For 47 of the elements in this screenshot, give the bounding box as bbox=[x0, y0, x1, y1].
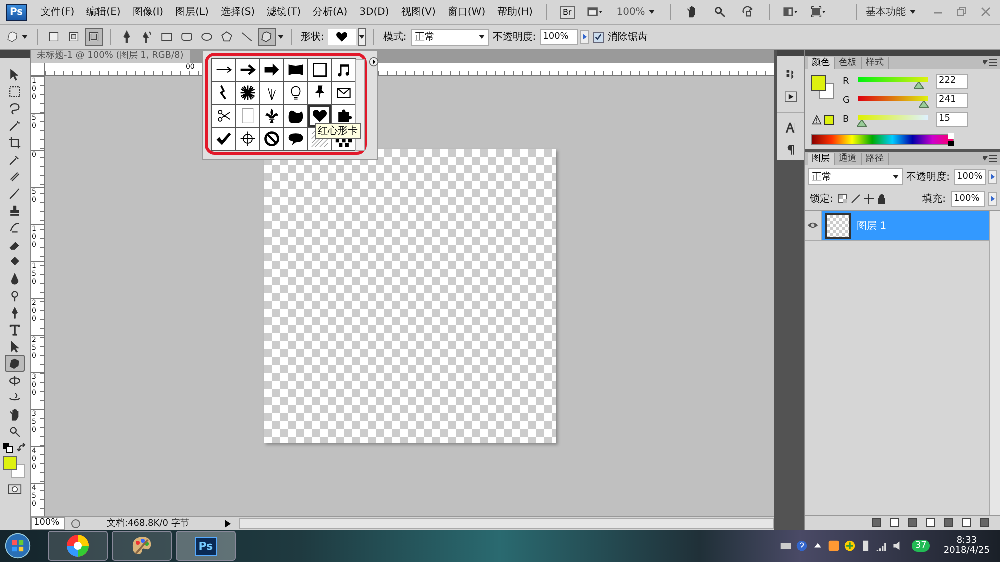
zoom-dropdown[interactable]: 100% bbox=[616, 6, 656, 18]
opacity-label: 不透明度: bbox=[906, 170, 950, 184]
mode-label: 模式: bbox=[383, 30, 407, 44]
clock-date: 2018/4/25 bbox=[944, 546, 990, 556]
opacity-field[interactable]: 100% bbox=[540, 29, 578, 45]
opacity-label: 不透明度: bbox=[492, 30, 536, 44]
clock-time: 8:33 bbox=[956, 536, 978, 546]
menu-item[interactable]: 图层(L) bbox=[172, 5, 213, 19]
channel-value-field[interactable]: 15 bbox=[936, 112, 968, 127]
channel-label: R bbox=[843, 76, 850, 86]
panel-tab[interactable]: 颜色 bbox=[808, 57, 836, 69]
menu-item[interactable]: 选择(S) bbox=[216, 5, 260, 19]
panel-tab[interactable]: 色板 bbox=[835, 57, 862, 69]
antialias-label: 消除锯齿 bbox=[608, 30, 648, 44]
fill-label: 填充: bbox=[922, 192, 946, 206]
panel-tab[interactable]: 样式 bbox=[862, 57, 890, 69]
menu-item[interactable]: 3D(D) bbox=[356, 6, 394, 18]
channel-value-field[interactable]: 241 bbox=[936, 93, 968, 108]
app-logo: Ps bbox=[6, 4, 28, 20]
blend-mode-select[interactable]: 正常 bbox=[808, 168, 903, 185]
opacity-field[interactable]: 100% bbox=[954, 168, 986, 184]
shape-label: 形状: bbox=[301, 30, 324, 44]
bridge-button[interactable]: Br bbox=[560, 6, 575, 18]
zoom-field[interactable]: 100% bbox=[30, 517, 65, 530]
panel-tab[interactable]: 图层 bbox=[808, 153, 836, 165]
menu-item[interactable]: 帮助(H) bbox=[494, 5, 537, 19]
document-tab[interactable]: 未标题-1 @ 100% (图层 1, RGB/8) bbox=[30, 50, 190, 63]
menu-item[interactable]: 视图(V) bbox=[397, 5, 440, 19]
taskbar-app-button[interactable]: Ps bbox=[176, 531, 236, 561]
menu-item[interactable]: 窗口(W) bbox=[444, 5, 490, 19]
fill-field[interactable]: 100% bbox=[951, 191, 986, 207]
workspace-dropdown[interactable]: 基本功能 bbox=[866, 5, 916, 19]
tooltip: 红心形卡 bbox=[315, 123, 361, 139]
menu-item[interactable]: 图像(I) bbox=[128, 5, 168, 19]
layer-name: 图层 1 bbox=[857, 220, 887, 232]
lock-label: 锁定: bbox=[810, 192, 834, 206]
document-info: 文档:468.8K/0 字节 bbox=[106, 518, 190, 530]
menu-item[interactable]: 文件(F) bbox=[37, 5, 79, 19]
mode-select[interactable]: 正常 bbox=[410, 28, 489, 46]
channel-label: B bbox=[843, 114, 850, 124]
menu-item[interactable]: 分析(A) bbox=[309, 5, 352, 19]
menu-item[interactable]: 滤镜(T) bbox=[263, 5, 306, 19]
panel-tab[interactable]: 通道 bbox=[835, 153, 862, 165]
menu-item[interactable]: 编辑(E) bbox=[82, 5, 125, 19]
channel-label: G bbox=[843, 96, 850, 106]
panel-tab[interactable]: 路径 bbox=[862, 153, 890, 165]
channel-value-field[interactable]: 222 bbox=[936, 74, 968, 89]
